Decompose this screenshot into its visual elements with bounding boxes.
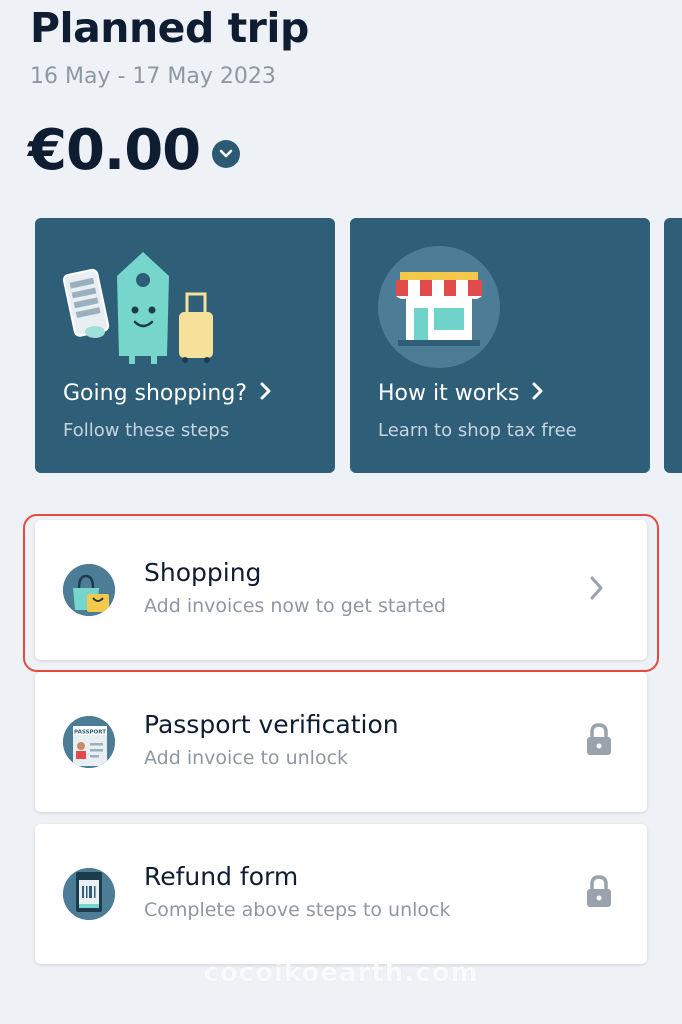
passport-step-subtitle: Add invoice to unlock <box>144 747 349 769</box>
svg-text:PASSPORT: PASSPORT <box>74 730 106 736</box>
lock-icon <box>585 875 613 913</box>
lock-icon <box>585 723 613 761</box>
watermark: cocoikoearth.com <box>203 958 479 988</box>
going-shopping-title: Going shopping? <box>63 381 248 406</box>
passport-step-title: Passport verification <box>144 710 399 739</box>
amount-row[interactable]: €0.00 <box>28 118 241 183</box>
refund-amount: €0.00 <box>28 118 201 183</box>
going-shopping-card[interactable]: Going shopping? Follow these steps <box>35 218 335 473</box>
trip-dates: 16 May - 17 May 2023 <box>30 64 276 89</box>
passport-icon: PASSPORT <box>63 716 115 768</box>
page-title: Planned trip <box>30 4 309 52</box>
how-it-works-title: How it works <box>378 381 520 406</box>
refund-form-step-subtitle: Complete above steps to unlock <box>144 899 451 921</box>
barcode-form-icon <box>63 868 115 920</box>
promo-card-partial[interactable] <box>664 218 682 473</box>
shopping-tag-mascot-icon <box>55 246 255 370</box>
chevron-right-icon <box>259 381 271 406</box>
passport-verification-step[interactable]: PASSPORT Passport verification Add invoi… <box>35 672 647 812</box>
refund-form-step[interactable]: Refund form Complete above steps to unlo… <box>35 824 647 964</box>
going-shopping-subtitle: Follow these steps <box>63 420 230 441</box>
planned-trip-screen: Planned trip 16 May - 17 May 2023 €0.00 <box>0 0 682 1024</box>
store-icon <box>378 246 500 372</box>
chevron-down-icon[interactable] <box>212 139 241 168</box>
refund-form-step-title: Refund form <box>144 862 299 891</box>
shopping-highlight-outline <box>23 514 659 672</box>
chevron-right-icon <box>531 381 543 406</box>
how-it-works-subtitle: Learn to shop tax free <box>378 420 577 441</box>
how-it-works-card[interactable]: How it works Learn to shop tax free <box>350 218 650 473</box>
